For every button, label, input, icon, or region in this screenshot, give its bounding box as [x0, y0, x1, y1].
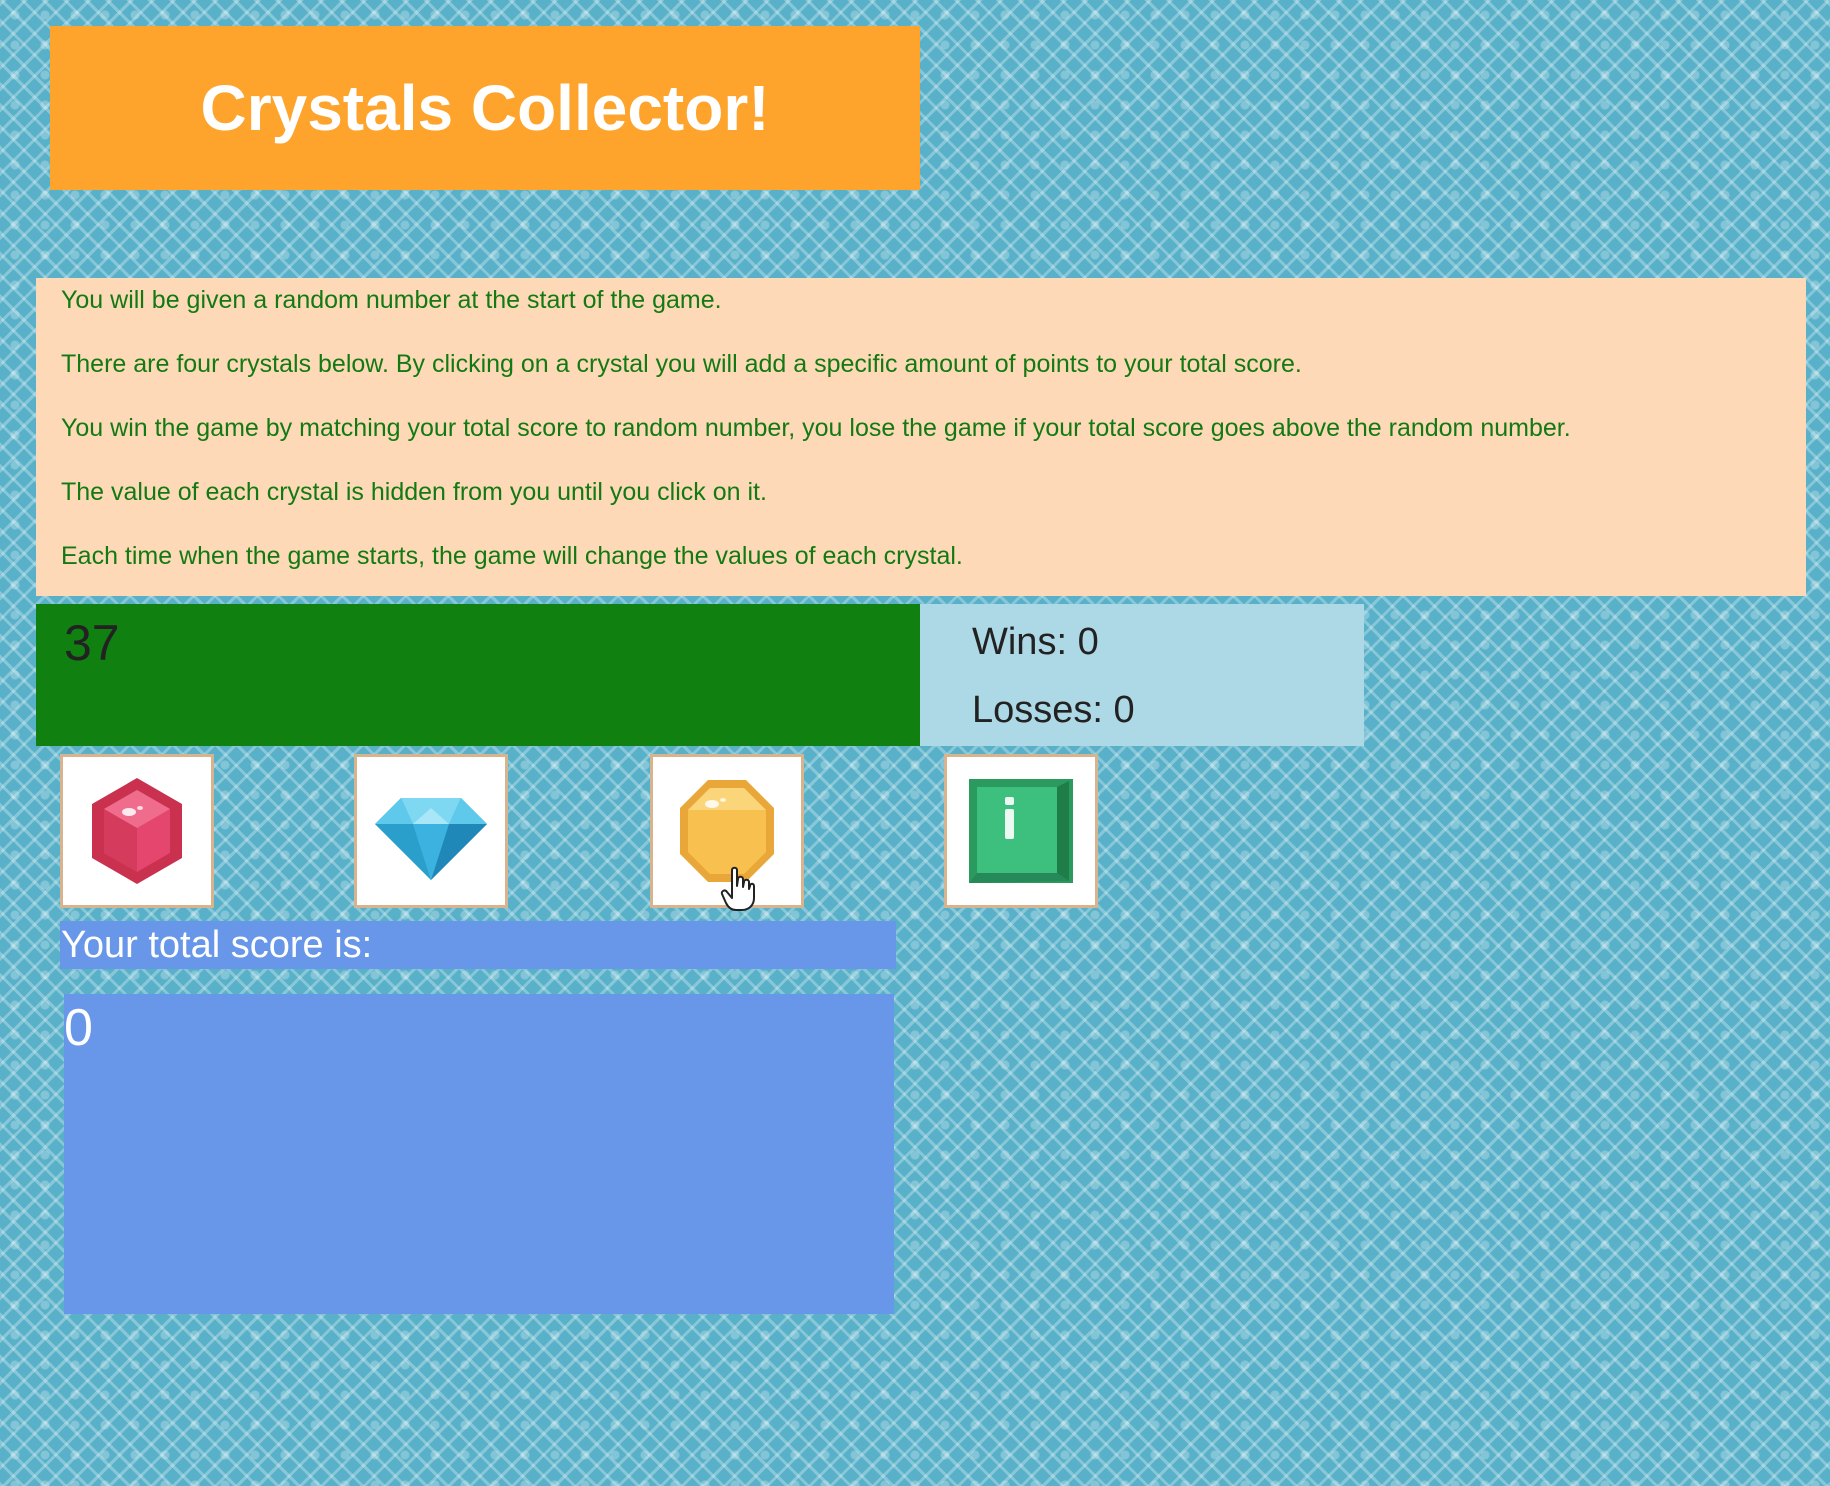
losses-label: Losses:	[972, 689, 1114, 731]
random-number: 37	[64, 615, 120, 671]
total-score-label: Your total score is:	[60, 921, 896, 969]
stats-panel: Wins: 0 Losses: 0	[920, 604, 1364, 746]
instruction-line: The value of each crystal is hidden from…	[61, 478, 767, 506]
red-ruby-crystal-icon	[92, 778, 182, 884]
instruction-line: There are four crystals below. By clicki…	[61, 350, 1302, 378]
instruction-line: You will be given a random number at the…	[61, 286, 722, 314]
losses-count: 0	[1113, 689, 1135, 731]
instruction-line: Each time when the game starts, the game…	[61, 542, 963, 570]
wins-label: Wins:	[972, 621, 1078, 663]
instructions-panel: You will be given a random number at the…	[36, 278, 1806, 596]
random-number-panel: 37	[36, 604, 920, 746]
wins-count: 0	[1077, 621, 1099, 663]
wins-row: Wins: 0	[972, 614, 1364, 682]
crystal-button-blue[interactable]	[354, 754, 508, 908]
instruction-line: You win the game by matching your total …	[61, 414, 1571, 442]
blue-diamond-crystal-icon	[375, 798, 487, 880]
total-score-panel: 0	[64, 994, 894, 1314]
losses-row: Losses: 0	[972, 682, 1364, 750]
green-emerald-crystal-icon	[969, 779, 1073, 883]
crystal-row	[0, 754, 1200, 914]
crystal-button-green[interactable]	[944, 754, 1098, 908]
title-banner: Crystals Collector!	[50, 26, 920, 190]
yellow-topaz-crystal-icon	[680, 780, 774, 882]
page-title: Crystals Collector!	[200, 72, 770, 144]
total-score-value: 0	[64, 999, 93, 1057]
crystal-button-red[interactable]	[60, 754, 214, 908]
crystal-button-yellow[interactable]	[650, 754, 804, 908]
